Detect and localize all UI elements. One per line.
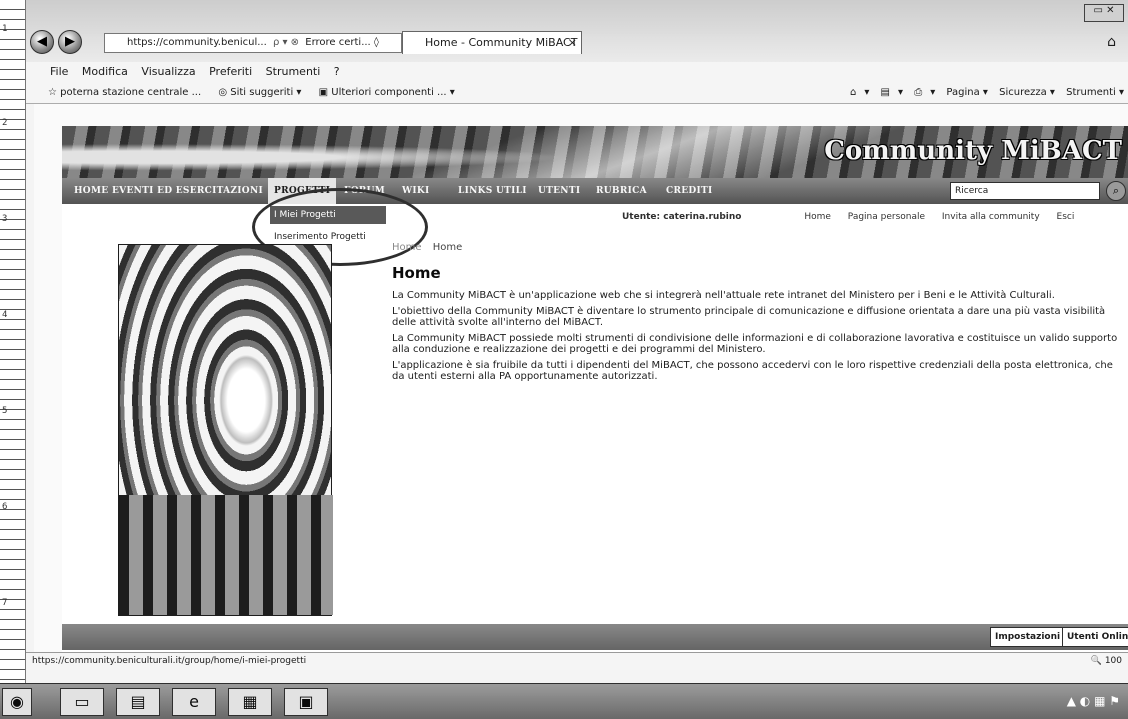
site-title: Community MiBACT	[824, 136, 1122, 166]
pantheon-photo	[118, 244, 333, 616]
breadcrumb-current[interactable]: Home	[433, 242, 463, 253]
internet-explorer-icon[interactable]: e	[172, 688, 216, 716]
content-paragraph: La Community MiBACT possiede molti strum…	[392, 333, 1118, 355]
page-menu[interactable]: Pagina ▾	[946, 87, 988, 98]
breadcrumb-prefix[interactable]: Home	[392, 242, 422, 253]
nav-crediti[interactable]: CREDITI	[666, 178, 713, 204]
user-label: Utente: caterina.rubino	[622, 212, 742, 222]
status-url: https://community.beniculturali.it/group…	[32, 656, 307, 666]
close-tab-icon[interactable]: ×	[568, 32, 577, 54]
nav-utenti[interactable]: UTENTI	[538, 178, 580, 204]
browser-titlebar: ◀ ▶ https://community.benicul... ρ ▾ ⊗ E…	[26, 0, 1128, 62]
favorite-poterna-label: poterna stazione centrale ...	[60, 87, 202, 98]
favorite-siti-suggeriti[interactable]: ◎ Siti suggeriti ▾	[218, 87, 301, 98]
security-menu[interactable]: Sicurezza ▾	[999, 87, 1055, 98]
window-controls[interactable]: ▭ ✕	[1084, 4, 1124, 22]
site-banner: Community MiBACT	[62, 126, 1128, 178]
address-url: https://community.benicul...	[127, 37, 267, 48]
forward-button[interactable]: ▶	[58, 30, 82, 54]
explorer-icon[interactable]: ▭	[60, 688, 104, 716]
zoom-value: 100	[1104, 656, 1122, 666]
favorite-poterna[interactable]: ☆ poterna stazione centrale ...	[48, 87, 201, 98]
favorite-siti-label: Siti suggeriti ▾	[230, 87, 302, 98]
favorite-ulteriori-label: Ulteriori componenti ... ▾	[331, 87, 455, 98]
tab-title: Home - Community MiBACT	[425, 36, 578, 49]
user-link-pagina-personale[interactable]: Pagina personale	[848, 212, 925, 222]
site-footer-bar: Impostazioni Utenti Online	[62, 624, 1128, 650]
menu-visualizza[interactable]: Visualizza	[141, 65, 195, 78]
favorites-bar: ☆ poterna stazione centrale ... ◎ Siti s…	[26, 82, 1128, 104]
menu-file[interactable]: File	[50, 65, 68, 78]
nav-home[interactable]: HOME	[74, 178, 108, 204]
browser-menubar: File Modifica Visualizza Preferiti Strum…	[26, 62, 1128, 82]
site-nav: HOME EVENTI ED ESERCITAZIONI PROGETTI FO…	[62, 178, 1128, 204]
browser-statusbar: https://community.beniculturali.it/group…	[26, 652, 1128, 670]
print-icon[interactable]: ⎙ ▾	[914, 87, 935, 98]
scan-ruler: 123 4567	[0, 0, 26, 683]
zoom-level[interactable]: 🔍 100	[1091, 653, 1122, 670]
tools-menu[interactable]: Strumenti ▾	[1066, 87, 1124, 98]
favorite-ulteriori[interactable]: ▣ Ulteriori componenti ... ▾	[319, 87, 455, 98]
home-cmd-icon[interactable]: ⌂ ▾	[850, 87, 869, 98]
command-bar: ⌂ ▾ ▤ ▾ ⎙ ▾ Pagina ▾ Sicurezza ▾ Strumenti …	[842, 82, 1124, 104]
windows-taskbar: ◉ ▭ ▤ e ▦ ▣ ▲ ◐ ▦ ⚑	[0, 683, 1128, 719]
tab-home-community[interactable]: Home - Community MiBACT ×	[402, 31, 582, 54]
page-title: Home	[392, 264, 441, 282]
back-button[interactable]: ◀	[30, 30, 54, 54]
content-paragraph: La Community MiBACT è un'applicazione we…	[392, 290, 1055, 301]
menu-preferiti[interactable]: Preferiti	[209, 65, 252, 78]
nav-links-utili[interactable]: LINKS UTILI	[458, 178, 527, 204]
app-icon[interactable]: ▦	[228, 688, 272, 716]
breadcrumb: Home Home	[392, 242, 462, 253]
nav-rubrica[interactable]: RUBRICA	[596, 178, 647, 204]
address-bar[interactable]: https://community.benicul... ρ ▾ ⊗ Error…	[104, 33, 402, 53]
site-search-input[interactable]: Ricerca	[950, 182, 1100, 200]
notepad-icon[interactable]: ▤	[116, 688, 160, 716]
nav-eventi[interactable]: EVENTI ED ESERCITAZIONI	[112, 178, 263, 204]
utenti-online-button[interactable]: Utenti Online	[1062, 627, 1128, 647]
browser-window: ◀ ▶ https://community.benicul... ρ ▾ ⊗ E…	[26, 0, 1128, 683]
menu-modifica[interactable]: Modifica	[82, 65, 128, 78]
impostazioni-button[interactable]: Impostazioni	[990, 627, 1066, 647]
document-icon[interactable]: ▣	[284, 688, 328, 716]
menu-strumenti[interactable]: Strumenti	[266, 65, 321, 78]
user-link-esci[interactable]: Esci	[1057, 212, 1075, 222]
certificate-error-tab[interactable]: Errore certi... ◊	[305, 37, 379, 48]
community-site: Community MiBACT HOME EVENTI ED ESERCITA…	[62, 126, 1128, 652]
home-icon[interactable]: ⌂	[1107, 34, 1116, 50]
user-bar: Utente: caterina.rubino Home Pagina pers…	[622, 212, 1088, 222]
content-paragraph: L'applicazione è sia fruibile da tutti i…	[392, 360, 1113, 382]
content-paragraph: L'obiettivo della Community MiBACT è div…	[392, 306, 1106, 328]
nav-wiki[interactable]: WIKI	[402, 178, 430, 204]
start-icon[interactable]: ◉	[2, 688, 32, 716]
user-link-home[interactable]: Home	[804, 212, 831, 222]
page-content: La Community MiBACT è un'applicazione we…	[392, 290, 1120, 387]
user-link-invita[interactable]: Invita alla community	[942, 212, 1040, 222]
page-viewport: Community MiBACT HOME EVENTI ED ESERCITA…	[34, 104, 1128, 652]
address-controls[interactable]: ρ ▾ ⊗	[273, 37, 299, 48]
menu-help[interactable]: ?	[334, 65, 340, 78]
feeds-icon[interactable]: ▤ ▾	[881, 87, 903, 98]
search-icon[interactable]: ⌕	[1106, 181, 1126, 201]
system-tray[interactable]: ▲ ◐ ▦ ⚑	[1067, 694, 1120, 708]
